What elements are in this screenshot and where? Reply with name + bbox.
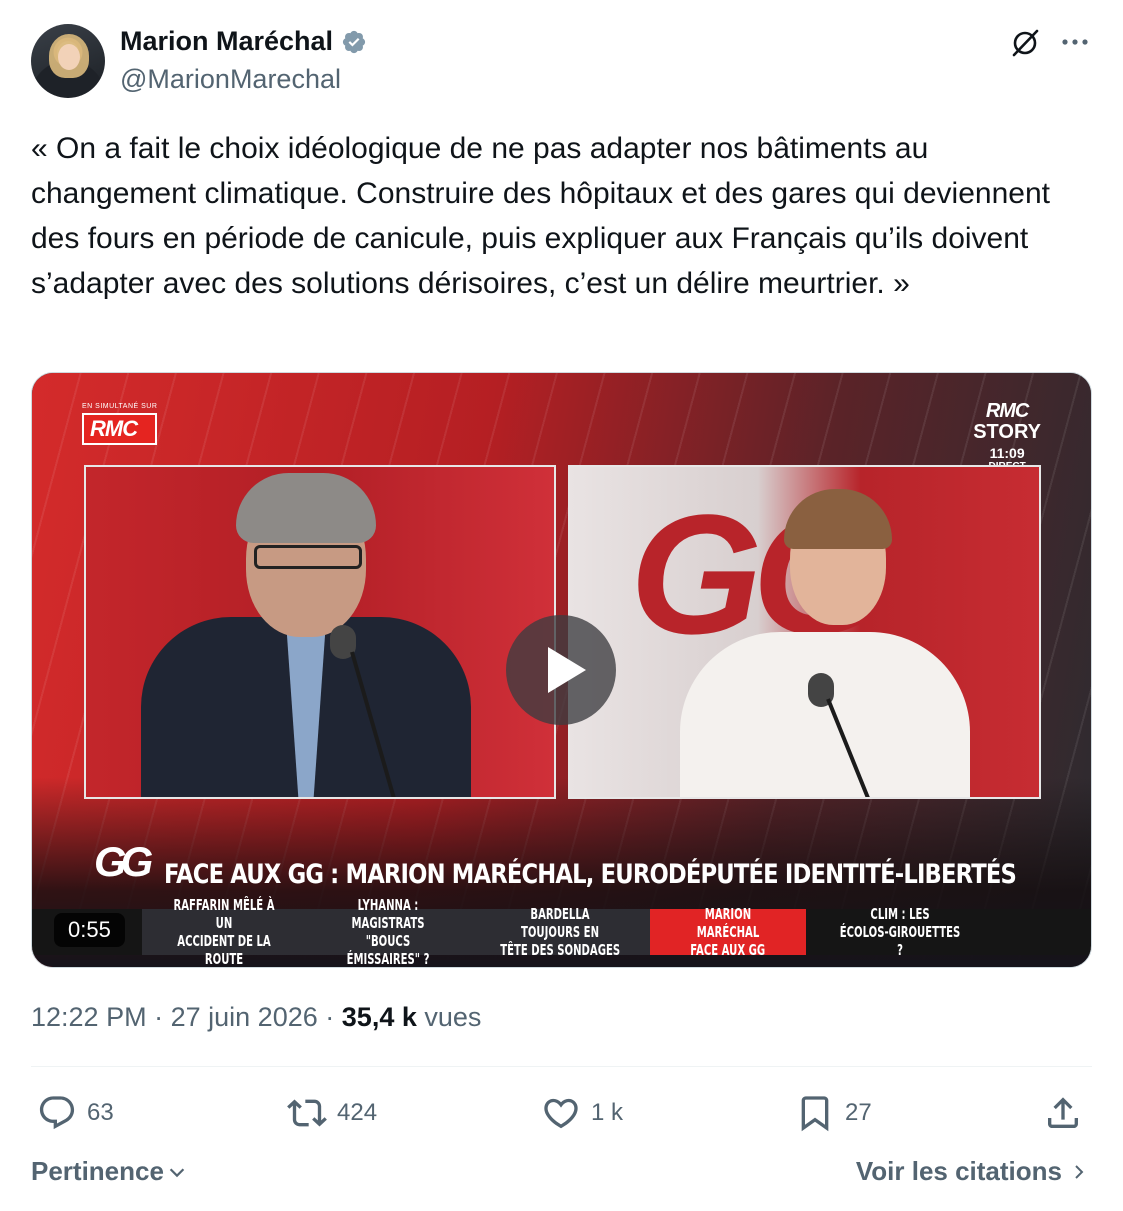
simulcast-label: EN SIMULTANÉ SUR (82, 403, 158, 410)
channel-time: 11:09 (989, 445, 1025, 461)
more-icon[interactable] (1058, 30, 1092, 54)
tweet-text: « On a fait le choix idéologique de ne p… (31, 132, 1050, 300)
share-button[interactable] (1043, 1090, 1083, 1136)
tweet-time[interactable]: 12:22 PM (31, 1002, 147, 1032)
meta-separator: · (325, 1002, 335, 1032)
reply-button[interactable]: 63 (37, 1090, 114, 1136)
ticker-item: LYHANNA : MAGISTRATS "BOUCS ÉMISSAIRES" ? (306, 896, 470, 967)
reply-count: 63 (87, 1099, 114, 1126)
ticker-item-highlight: MARION MARÉCHAL FACE AUX GG (650, 905, 806, 959)
reply-icon (39, 1096, 75, 1130)
guest-hair (236, 473, 376, 543)
host-blouse (680, 632, 970, 797)
grok-icon[interactable] (1008, 26, 1042, 60)
share-icon (1048, 1097, 1078, 1128)
ticker-item: CLIM : LES ÉCOLOS-GIROUETTES ? (806, 905, 994, 959)
channel-line1: RMC (985, 400, 1030, 422)
heart-icon (544, 1098, 578, 1129)
channel-logo: RMC STORY 11:09 DIRECT (973, 401, 1041, 472)
author-name[interactable]: Marion Maréchal (120, 26, 367, 57)
action-bar: 63 424 1 k 27 (31, 1090, 1092, 1136)
rmc-logo: RMC (82, 413, 158, 445)
rmc-simulcast-logo: EN SIMULTANÉ SUR RMC (82, 403, 158, 445)
tweet-date[interactable]: 27 juin 2026 (171, 1002, 318, 1032)
repost-count: 424 (337, 1099, 378, 1126)
video-panel-left (84, 465, 556, 799)
repost-button[interactable]: 424 (287, 1090, 377, 1136)
views-label: vues (424, 1002, 482, 1032)
avatar[interactable] (31, 24, 105, 98)
view-quotes-link[interactable]: Voir les citations (856, 1156, 1088, 1187)
play-button[interactable] (506, 615, 616, 725)
chevron-right-icon (1075, 1164, 1084, 1179)
divider (31, 1066, 1092, 1067)
bookmark-icon (801, 1096, 829, 1132)
guest-glasses (254, 545, 362, 569)
show-badge: GG (94, 838, 153, 885)
repost-icon (287, 1099, 327, 1127)
video-panel-right: GG (568, 465, 1041, 799)
like-button[interactable]: 1 k (541, 1090, 623, 1136)
channel-line2: STORY (973, 421, 1041, 443)
bookmark-button[interactable]: 27 (795, 1090, 872, 1136)
quotes-label: Voir les citations (855, 1156, 1062, 1186)
ticker-tail (994, 909, 1091, 955)
chevron-down-icon (169, 1167, 185, 1177)
avatar-face (58, 44, 80, 70)
author-handle[interactable]: @MarionMarechal (120, 64, 341, 95)
video-player[interactable]: EN SIMULTANÉ SUR RMC RMC STORY 11:09 DIR… (31, 372, 1092, 968)
sort-selector[interactable]: Pertinence (31, 1156, 188, 1187)
news-ticker: RAFFARIN MÊLÉ À UN ACCIDENT DE LA ROUTE L… (32, 896, 1091, 967)
video-duration: 0:55 (54, 913, 125, 947)
sort-label: Pertinence (31, 1156, 164, 1186)
author-name-text[interactable]: Marion Maréchal (120, 26, 333, 57)
like-count: 1 k (591, 1099, 624, 1126)
ticker-item: BARDELLA TOUJOURS EN TÊTE DES SONDAGES (470, 905, 650, 959)
ticker-item: RAFFARIN MÊLÉ À UN ACCIDENT DE LA ROUTE (142, 896, 306, 967)
meta-separator: · (154, 1002, 164, 1032)
bookmark-count: 27 (845, 1099, 872, 1126)
views-count: 35,4 k (341, 1002, 417, 1032)
video-headline: FACE AUX GG : MARION MARÉCHAL, EURODÉPUT… (164, 859, 1017, 890)
verified-badge-icon[interactable] (341, 29, 367, 55)
tweet-meta: 12:22 PM · 27 juin 2026 · 35,4 k vues (31, 1002, 481, 1033)
